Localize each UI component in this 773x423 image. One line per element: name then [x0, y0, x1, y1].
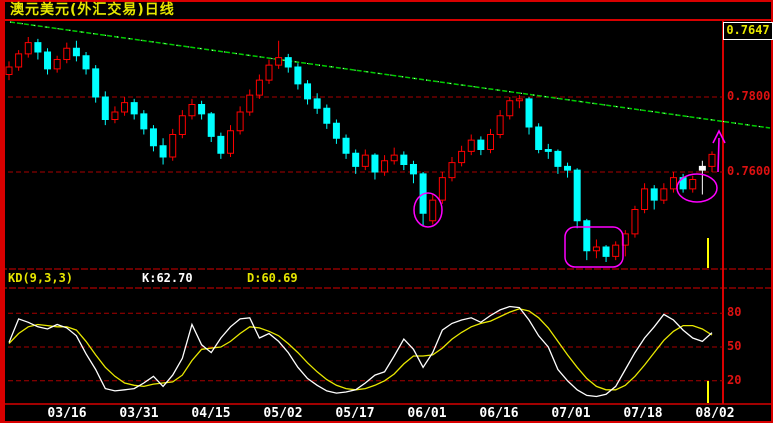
price-axis-label: 0.7800	[727, 89, 771, 103]
kd-indicator-label[interactable]: KD(9,3,3)	[8, 270, 73, 287]
kd-axis-label: 80	[727, 305, 742, 320]
kd-axis-label: 50	[727, 339, 742, 353]
date-label: 07/01	[551, 406, 591, 421]
date-label: 06/01	[407, 406, 447, 421]
price-axis-label: 0.7600	[727, 164, 771, 178]
date-label: 04/15	[191, 406, 231, 421]
date-label: 03/31	[119, 406, 159, 421]
chart-window: 澳元美元(外汇交易)日线 0.7647 KD(9,3,3) K:62.70 D:…	[0, 0, 773, 423]
kd-axis-label: 20	[727, 372, 742, 387]
date-label: 06/16	[479, 406, 519, 421]
last-price-box: 0.7647	[723, 22, 773, 40]
chart-title: 澳元美元(外汇交易)日线	[10, 2, 175, 18]
kd-pane[interactable]	[5, 289, 723, 404]
kd-indicator-header: KD(9,3,3) K:62.70 D:60.69	[0, 270, 771, 287]
date-label: 08/02	[695, 406, 735, 421]
kd-k-value: K:62.70	[142, 271, 193, 285]
date-label: 05/17	[335, 406, 375, 421]
kd-d-value: D:60.69	[247, 271, 298, 285]
date-label: 03/16	[47, 406, 87, 421]
main-chart-pane[interactable]	[5, 21, 723, 269]
date-label: 07/18	[623, 406, 663, 421]
date-label: 05/02	[263, 406, 303, 421]
